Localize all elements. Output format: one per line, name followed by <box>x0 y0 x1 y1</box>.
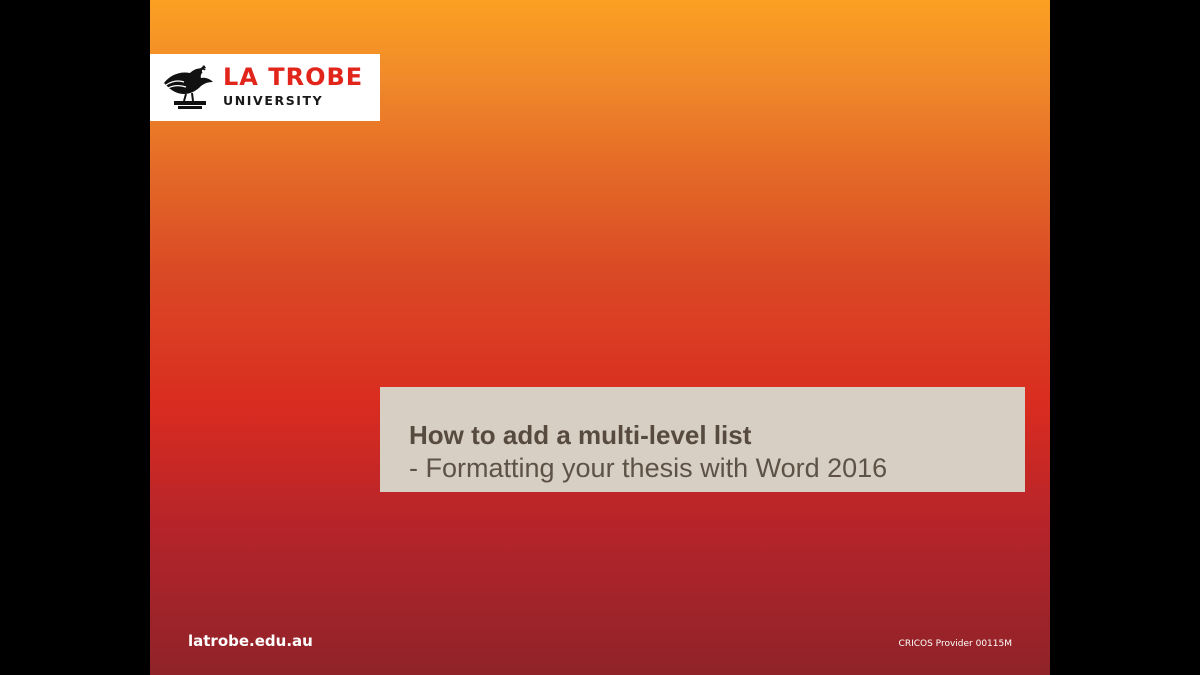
footer-website: latrobe.edu.au <box>188 632 313 650</box>
logo-wordmark-la-trobe: LA TROBE <box>223 63 364 91</box>
logo-wordmark-university: UNIVERSITY <box>223 93 324 108</box>
slide-subtitle: - Formatting your thesis with Word 2016 <box>409 453 888 483</box>
footer-cricos-provider: CRICOS Provider 00115M <box>898 639 1012 649</box>
slide-title: How to add a multi-level list <box>409 420 752 450</box>
university-logo: LA TROBE UNIVERSITY <box>150 54 380 121</box>
video-frame: LA TROBE UNIVERSITY How to add a multi-l… <box>0 0 1200 675</box>
title-slide: LA TROBE UNIVERSITY How to add a multi-l… <box>150 0 1050 675</box>
title-panel: How to add a multi-level list - Formatti… <box>380 387 1025 492</box>
eagle-emblem-icon <box>164 65 213 109</box>
